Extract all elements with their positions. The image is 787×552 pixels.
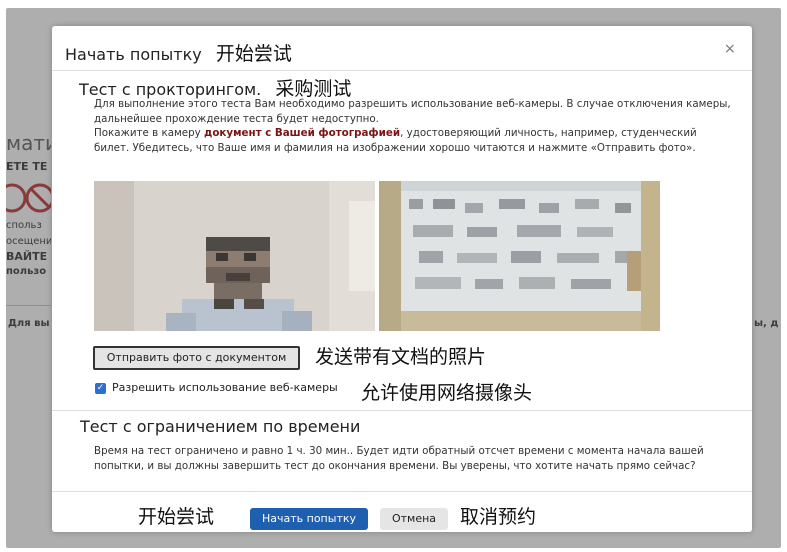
time-limit-heading: Тест с ограничением по времени bbox=[80, 417, 361, 436]
document-photo-emphasis: документ с Вашей фотографией bbox=[204, 127, 401, 140]
webcam-preview bbox=[94, 181, 375, 331]
webcam-permission-label[interactable]: Разрешить использование веб-камеры bbox=[112, 381, 338, 394]
bg-text-fragment: ЕТЕ ТЕ bbox=[6, 160, 48, 173]
bg-text-fragment: ВАЙТЕ bbox=[6, 250, 48, 263]
bg-text-fragment: Для вы bbox=[8, 318, 50, 329]
bg-icons bbox=[0, 180, 55, 216]
modal-title-text: Начать попытку bbox=[65, 45, 202, 64]
modal-title: Начать попытку 开始尝试 bbox=[65, 39, 292, 66]
footer-divider bbox=[52, 491, 752, 492]
webcam-permission-checkbox[interactable]: ✓ bbox=[95, 383, 106, 394]
proctoring-description: Для выполнение этого теста Вам необходим… bbox=[94, 97, 734, 155]
bg-text-fragment: спольз bbox=[6, 220, 42, 231]
modal-title-cn: 开始尝试 bbox=[215, 43, 292, 65]
webcam-permission-cn-caption: 允许使用网络摄像头 bbox=[361, 382, 533, 404]
start-attempt-button[interactable]: Начать попытку bbox=[250, 508, 368, 530]
send-photo-cn-caption: 发送带有文档的照片 bbox=[315, 346, 487, 368]
start-attempt-modal: Начать попытку 开始尝试 × Тест с прокторинго… bbox=[52, 26, 752, 532]
document-photo-preview bbox=[379, 181, 660, 331]
close-icon[interactable]: × bbox=[724, 41, 736, 57]
time-limit-description: Время на тест ограничено и равно 1 ч. 30… bbox=[94, 445, 704, 472]
document-photo-image bbox=[379, 181, 660, 331]
section-divider bbox=[52, 410, 752, 411]
start-attempt-cn-caption: 开始尝试 bbox=[138, 506, 215, 528]
header-divider bbox=[52, 70, 752, 71]
bg-text-fragment: ы, д bbox=[754, 318, 779, 329]
send-document-photo-button[interactable]: Отправить фото с документом bbox=[93, 346, 300, 370]
bg-divider bbox=[6, 305, 51, 306]
bg-text-fragment: пользо bbox=[6, 266, 47, 277]
proctoring-paragraph-2: Покажите в камеру документ с Вашей фотог… bbox=[94, 126, 734, 155]
proctoring-paragraph-1: Для выполнение этого теста Вам необходим… bbox=[94, 98, 731, 125]
p2-text-before: Покажите в камеру bbox=[94, 127, 205, 140]
webcam-preview-image bbox=[94, 181, 375, 331]
bg-text-fragment: осещени bbox=[6, 236, 51, 247]
cancel-button[interactable]: Отмена bbox=[380, 508, 448, 530]
cancel-cn-caption: 取消预约 bbox=[460, 506, 537, 528]
bg-heading-fragment: матик bbox=[6, 131, 51, 155]
